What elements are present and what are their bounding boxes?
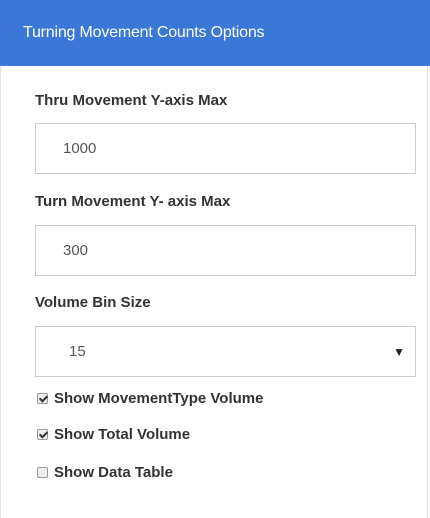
panel-title: Turning Movement Counts Options <box>23 24 265 41</box>
bin-size-select[interactable]: 15 ▼ <box>35 326 416 377</box>
turn-max-input[interactable] <box>35 225 416 276</box>
movementtype-volume-checkbox[interactable] <box>37 393 48 404</box>
turn-max-label: Turn Movement Y- axis Max <box>35 193 231 210</box>
movementtype-volume-label: Show MovementType Volume <box>54 390 264 407</box>
bin-size-label: Volume Bin Size <box>35 294 151 311</box>
chevron-down-icon: ▼ <box>393 344 405 359</box>
bin-size-value: 15 <box>69 343 86 360</box>
data-table-label: Show Data Table <box>54 464 173 481</box>
checkbox-row-data-table[interactable]: Show Data Table <box>37 464 173 481</box>
thru-max-input[interactable] <box>35 123 416 174</box>
panel-body: Thru Movement Y-axis Max Turn Movement Y… <box>0 66 428 518</box>
thru-max-label: Thru Movement Y-axis Max <box>35 92 228 109</box>
panel-header: Turning Movement Counts Options <box>0 0 430 66</box>
checkbox-row-total-volume[interactable]: Show Total Volume <box>37 426 190 443</box>
options-panel: Turning Movement Counts Options Thru Mov… <box>0 0 430 518</box>
total-volume-label: Show Total Volume <box>54 426 191 443</box>
checkbox-row-movementtype-volume[interactable]: Show MovementType Volume <box>37 390 263 407</box>
total-volume-checkbox[interactable] <box>37 429 48 440</box>
data-table-checkbox[interactable] <box>37 467 48 478</box>
